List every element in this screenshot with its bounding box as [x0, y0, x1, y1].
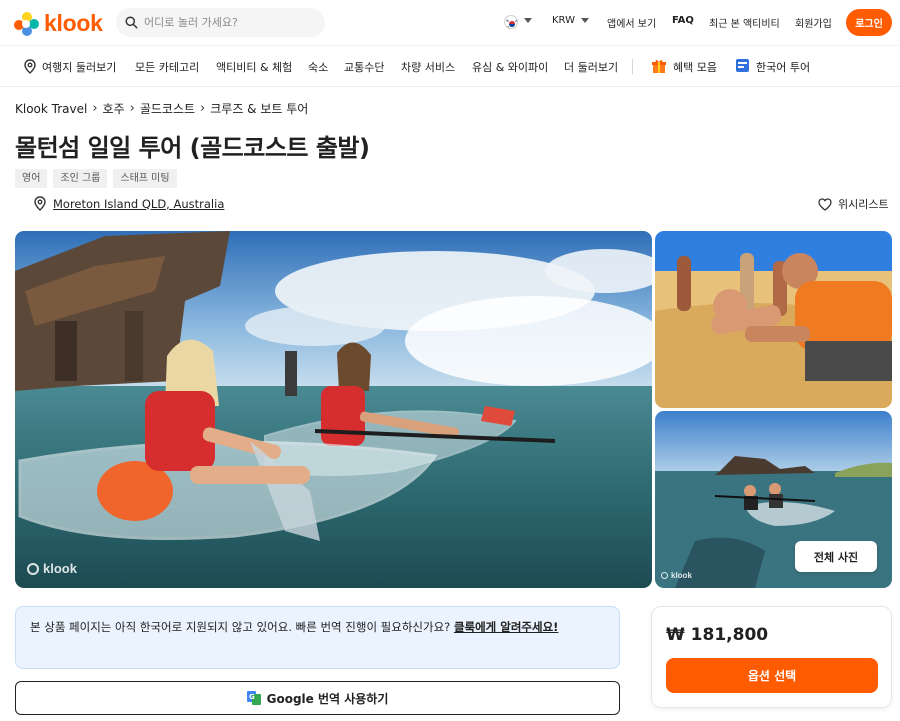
booking-card: ₩ 181,800 옵션 선택: [651, 606, 892, 708]
login-button[interactable]: 로그인: [846, 9, 892, 36]
chevron-right-icon: ›: [92, 101, 98, 116]
breadcrumb: Klook Travel › 호주 › 골드코스트 › 크루즈 & 보트 투어: [15, 100, 308, 117]
tag-meeting: 스태프 미팅: [113, 169, 177, 188]
tag-group: 조인 그룹: [53, 169, 108, 188]
wishlist-button[interactable]: 위시리스트: [818, 196, 889, 212]
svg-text:G: G: [249, 693, 255, 701]
notice-text: 본 상품 페이지는 아직 한국어로 지원되지 않고 있어요. 빠른 번역 진행이…: [30, 620, 451, 634]
nav-item-transport[interactable]: 교통수단: [344, 59, 384, 75]
breadcrumb-item[interactable]: Klook Travel: [15, 102, 87, 116]
nav-item-car-services[interactable]: 차량 서비스: [401, 59, 455, 75]
nav-item-all-categories[interactable]: 모든 카테고리: [135, 59, 199, 75]
top-header: klook KRW 앱에서 보기 FAQ 최근 본 액티비티 회원가입 로그인: [0, 0, 900, 45]
signup-link[interactable]: 회원가입: [795, 15, 832, 30]
breadcrumb-item[interactable]: 호주: [103, 100, 125, 117]
chevron-right-icon: ›: [129, 101, 135, 116]
tag-language: 영어: [15, 169, 48, 188]
watermark-text: klook: [671, 571, 692, 580]
search-bar[interactable]: [116, 8, 325, 37]
korea-flag-icon[interactable]: [504, 15, 518, 29]
category-nav: 여행지 둘러보기 모든 카테고리 액티비티 & 체험 숙소 교통수단 차량 서비…: [0, 45, 900, 87]
klook-watermark-icon: [27, 562, 39, 575]
main-photo-kayak[interactable]: klook: [15, 231, 652, 588]
recently-viewed-link[interactable]: 최근 본 액티비티: [709, 15, 780, 30]
product-tags: 영어 조인 그룹 스태프 미팅: [15, 169, 177, 188]
nav-item-stays[interactable]: 숙소: [308, 59, 328, 75]
language-dropdown-caret-icon[interactable]: [524, 15, 532, 26]
location-pin-icon: [34, 196, 46, 211]
breadcrumb-item[interactable]: 골드코스트: [140, 100, 195, 117]
app-link[interactable]: 앱에서 보기: [607, 15, 656, 30]
klook-logo[interactable]: klook: [14, 10, 103, 37]
nav-item-activities[interactable]: 액티비티 & 체험: [216, 59, 292, 75]
page-title: 몰턴섬 일일 투어 (골드코스트 출발): [15, 134, 370, 162]
klook-watermark: klook: [27, 561, 77, 576]
chevron-right-icon: ›: [200, 101, 206, 116]
faq-link[interactable]: FAQ: [672, 15, 694, 26]
google-translate-icon: G: [246, 691, 261, 705]
breadcrumb-item[interactable]: 크루즈 & 보트 투어: [210, 100, 308, 117]
price: ₩ 181,800: [666, 625, 769, 645]
watermark-text: klook: [43, 561, 77, 576]
translation-notice: 본 상품 페이지는 아직 한국어로 지원되지 않고 있어요. 빠른 번역 진행이…: [15, 606, 620, 669]
currency-label: KRW: [552, 15, 575, 26]
korean-tour-icon: [736, 59, 749, 72]
google-translate-button[interactable]: G Google 번역 사용하기: [15, 681, 620, 715]
location-link[interactable]: Moreton Island QLD, Australia: [53, 197, 224, 211]
nav-divider: [632, 59, 633, 74]
product-location: Moreton Island QLD, Australia: [34, 196, 224, 211]
currency-selector[interactable]: KRW: [552, 15, 590, 26]
nav-promo-deals[interactable]: 혜택 모음: [673, 59, 717, 75]
gift-icon: [652, 60, 666, 73]
search-input[interactable]: [144, 16, 314, 29]
klook-watermark-small: klook: [661, 571, 692, 580]
nav-item-more[interactable]: 더 둘러보기: [564, 59, 618, 75]
klook-logo-mark: [14, 11, 42, 37]
wishlist-label: 위시리스트: [838, 198, 889, 211]
heart-icon: [818, 197, 832, 211]
nav-item-destinations[interactable]: 여행지 둘러보기: [42, 59, 116, 75]
photo-sandboarding[interactable]: [655, 231, 892, 408]
chevron-down-icon: [581, 17, 590, 23]
klook-watermark-icon: [661, 572, 668, 579]
view-all-photos-button[interactable]: 전체 사진: [795, 541, 877, 572]
notify-klook-link[interactable]: 클룩에게 알려주세요!: [454, 620, 558, 634]
select-option-button[interactable]: 옵션 선택: [666, 658, 878, 693]
location-pin-icon: [24, 59, 36, 74]
logo-text: klook: [44, 10, 103, 36]
google-translate-label: Google 번역 사용하기: [266, 691, 389, 706]
nav-item-sim-wifi[interactable]: 유심 & 와이파이: [472, 59, 548, 75]
nav-promo-korean-tour[interactable]: 한국어 투어: [756, 59, 810, 75]
search-icon: [125, 16, 138, 29]
